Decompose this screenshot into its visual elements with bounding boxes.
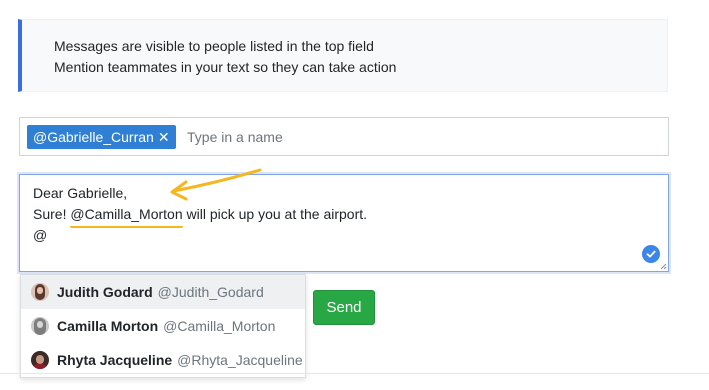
avatar [31,351,49,369]
suggestion-handle: @Camilla_Morton [163,318,276,334]
suggestion-handle: @Judith_Godard [157,284,264,300]
message-line-2-suffix: will pick up you at the airport. [182,206,368,222]
suggestion-handle: @Rhyta_Jacqueline [177,352,303,368]
message-mention-text: @Camilla_Morton [70,206,183,222]
resize-handle-icon[interactable] [659,262,667,270]
mention-suggestions: Judith Godard @Judith_Godard Camilla Mor… [20,274,306,378]
message-line-3: @ [33,227,48,243]
suggestion-name: Judith Godard [57,284,153,300]
send-button[interactable]: Send [313,290,375,325]
message-mention: @Camilla_Morton [70,206,183,228]
recipient-tag: @Gabrielle_Curran ✕ [27,125,176,149]
close-icon[interactable]: ✕ [158,125,170,149]
message-line-1: Dear Gabrielle, [33,185,128,201]
mention-underline [70,223,183,228]
info-text-line-1: Messages are visible to people listed in… [54,38,374,54]
message-line-2-prefix: Sure! [33,206,71,222]
info-text-line-2: Mention teammates in your text so they c… [54,59,397,75]
message-line-2: Sure! @Camilla_Morton will pick up you a… [33,204,368,228]
suggestion-name: Rhyta Jacqueline [57,352,173,368]
message-textarea[interactable]: Dear Gabrielle, Sure! @Camilla_Morton wi… [19,174,669,272]
checkmark-icon [642,245,660,263]
avatar [31,283,49,301]
suggestion-name: Camilla Morton [57,318,159,334]
avatar [31,317,49,335]
recipient-tag-label: @Gabrielle_Curran [33,129,154,145]
recipient-name-input[interactable] [187,125,647,149]
divider [0,373,709,374]
suggestion-item-camilla[interactable]: Camilla Morton @Camilla_Morton [21,309,305,343]
suggestion-item-rhyta[interactable]: Rhyta Jacqueline @Rhyta_Jacqueline [21,343,305,377]
recipients-field[interactable]: @Gabrielle_Curran ✕ [19,117,669,156]
suggestion-item-judith[interactable]: Judith Godard @Judith_Godard [21,275,305,309]
info-callout: Messages are visible to people listed in… [18,19,668,92]
